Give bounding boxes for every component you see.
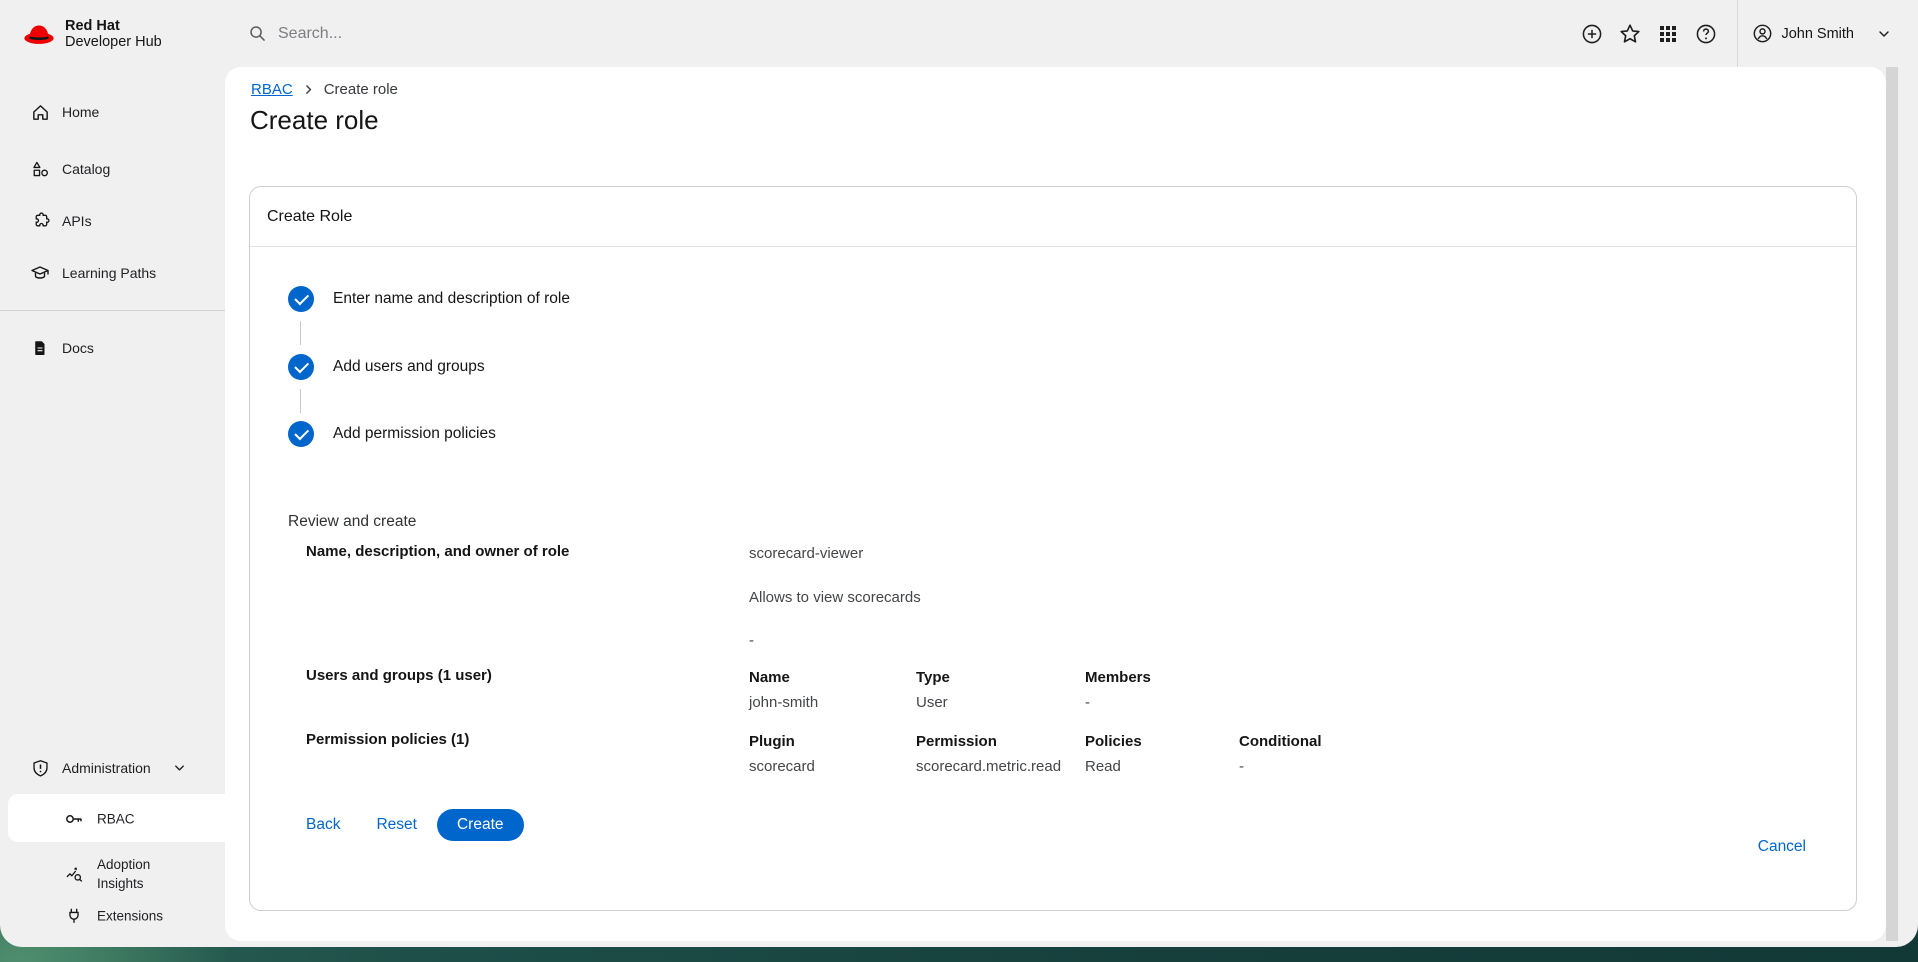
permissions-cell: Read [1085,758,1121,775]
main-content: RBAC Create role Create role Create Role… [225,67,1886,941]
permissions-cell: scorecard.metric.read [916,758,1061,775]
step-name-description: Enter name and description of role [288,286,570,312]
users-col-header: Name [749,669,790,686]
breadcrumb-current: Create role [324,81,398,98]
search-icon [248,24,267,43]
sidebar-nav: Home Catalog APIs Le [0,67,225,947]
users-cell: john-smith [749,694,818,711]
shield-exclamation-icon [30,758,50,778]
step-label: Add users and groups [333,358,485,376]
page-title: Create role [250,105,379,136]
global-header: Red Hat Developer Hub [0,0,1918,67]
trend-magnifier-icon [64,864,84,884]
user-menu[interactable]: John Smith [1752,23,1892,44]
sidebar-item-extensions[interactable]: Extensions [0,903,225,929]
plus-circle-icon [1581,23,1603,45]
users-col-header: Type [916,669,950,686]
role-name-value: scorecard-viewer [749,545,863,562]
chevron-down-icon [172,761,187,776]
search-input[interactable] [278,25,598,43]
review-heading: Review and create [288,513,416,531]
section-label-permissions: Permission policies (1) [306,731,469,748]
sidebar-group-label: Administration [62,760,151,776]
step-connector [300,321,301,345]
star-icon [1619,23,1641,45]
sidebar-item-catalog[interactable]: Catalog [0,156,225,182]
permissions-col-header: Plugin [749,733,795,750]
breadcrumb: RBAC Create role [251,81,398,98]
plug-icon [64,906,84,926]
help-button[interactable] [1687,15,1725,53]
sidebar-item-label: Catalog [62,161,110,177]
permissions-col-header: Conditional [1239,733,1322,750]
section-label-name: Name, description, and owner of role [306,543,569,560]
sidebar-item-learning-paths[interactable]: Learning Paths [0,260,225,286]
user-name: John Smith [1781,26,1854,42]
sidebar-divider [0,310,225,311]
sidebar-group-administration[interactable]: Administration [0,755,225,781]
sidebar-item-apis[interactable]: APIs [0,208,225,234]
role-description-value: Allows to view scorecards [749,589,921,606]
permissions-cell: - [1239,758,1244,775]
section-label-users: Users and groups (1 user) [306,667,492,684]
global-search [248,0,598,67]
sidebar-item-label: Extensions [97,909,163,924]
key-icon [64,809,84,829]
sidebar-item-label: RBAC [97,812,135,827]
step-label: Enter name and description of role [333,290,570,308]
home-icon [30,102,50,122]
back-button[interactable]: Back [290,809,356,841]
graduation-cap-icon [30,263,50,283]
reset-button[interactable]: Reset [360,809,433,841]
sidebar-item-adoption-insights[interactable]: Adoption Insights [0,854,225,894]
permissions-col-header: Policies [1085,733,1142,750]
red-hat-fedora-icon [22,22,56,46]
avatar-icon [1752,23,1773,44]
role-owner-value: - [749,632,754,649]
chevron-down-icon [1876,26,1892,42]
sidebar-item-home[interactable]: Home [0,99,225,125]
sidebar-item-label: Docs [62,340,94,356]
step-permission-policies: Add permission policies [288,421,496,447]
brand-line1: Red Hat [65,18,162,34]
question-circle-icon [1695,23,1717,45]
sidebar-item-label: APIs [62,213,92,229]
users-cell: User [916,694,948,711]
quick-create-button[interactable] [1573,15,1611,53]
app-shell: Red Hat Developer Hub [0,0,1918,947]
step-label: Add permission policies [333,425,496,443]
sidebar-item-label: Learning Paths [62,265,156,281]
wizard-actions: Back Reset Create [290,809,524,841]
check-circle-icon [288,286,314,312]
step-users-groups: Add users and groups [288,354,485,380]
sidebar-item-rbac[interactable]: RBAC [0,806,225,832]
sidebar-item-label: Adoption Insights [97,855,161,893]
permissions-col-header: Permission [916,733,997,750]
starred-items-button[interactable] [1611,15,1649,53]
check-circle-icon [288,354,314,380]
grid-icon [1658,24,1678,44]
create-role-card: Create Role Enter name and description o… [249,186,1857,911]
breadcrumb-link-rbac[interactable]: RBAC [251,81,293,98]
scrollbar[interactable] [1886,67,1898,941]
catalog-shapes-icon [30,159,50,179]
sidebar-item-label: Home [62,104,99,120]
users-col-header: Members [1085,669,1151,686]
brand-line2: Developer Hub [65,34,162,50]
cancel-link[interactable]: Cancel [1758,838,1806,856]
chevron-right-icon [302,83,315,96]
header-actions: John Smith [1573,0,1892,67]
permissions-cell: scorecard [749,758,815,775]
document-icon [30,338,50,358]
users-cell: - [1085,694,1090,711]
app-launcher-button[interactable] [1649,15,1687,53]
header-divider [1737,0,1738,67]
check-circle-icon [288,421,314,447]
brand-logo[interactable]: Red Hat Developer Hub [22,0,162,67]
sidebar-item-docs[interactable]: Docs [0,335,225,361]
step-connector [300,389,301,413]
puzzle-icon [30,211,50,231]
create-button[interactable]: Create [437,809,524,841]
card-title: Create Role [250,187,1856,247]
